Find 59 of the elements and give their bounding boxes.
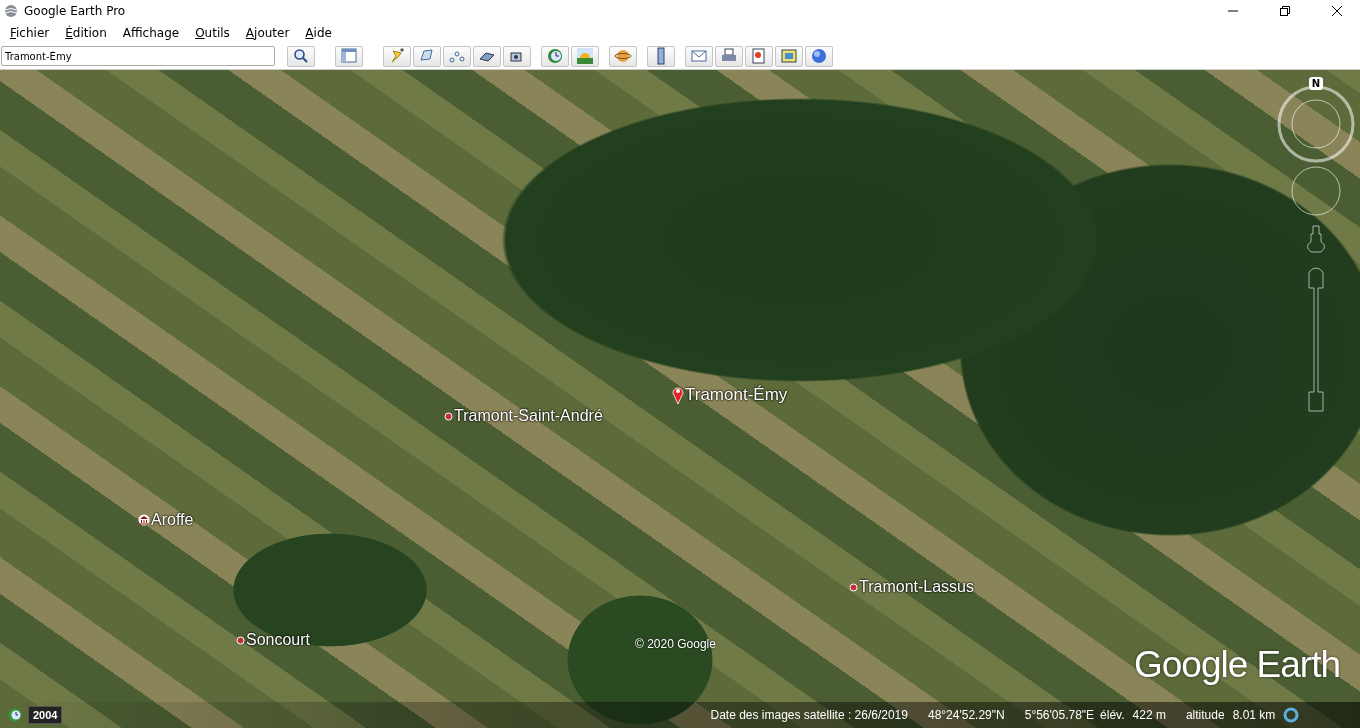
place-label[interactable]: Tramont-Lassus [859, 578, 974, 596]
planet-icon [614, 47, 632, 65]
satellite-photo-placeholder[interactable]: Tramont-Émy Tramont-Saint-André Aroffe Tramont-Lassus Soncourt N © 2020 Google Google Earth 2004 Date des images satellite : 26/6/2019 48°24'52.29"N 5°56'05.78"E élév. 422 m altitude 8.01 km [0, 70, 1360, 728]
globe-icon [810, 47, 828, 65]
search-field[interactable]: Tramont-Émy [1, 46, 275, 66]
map-marker-button[interactable] [745, 45, 773, 67]
image-button[interactable] [775, 45, 803, 67]
menu-item[interactable]: Édition [57, 22, 115, 43]
pin-add-button[interactable] [383, 45, 411, 67]
placemark-pin-icon[interactable] [672, 385, 684, 405]
menu-item[interactable]: Aide [297, 22, 340, 43]
restore-icon [1280, 6, 1290, 16]
latitude-text: 48°24'52.29"N [927, 708, 1005, 722]
menu-item[interactable]: Fichier [2, 22, 58, 43]
village-dot-icon[interactable] [849, 582, 858, 592]
altitude-value: 8.01 km [1232, 708, 1276, 722]
north-indicator[interactable]: N [1309, 77, 1323, 90]
longitude-text: 5°56'05.78"E [1024, 708, 1095, 722]
place-label[interactable]: Soncourt [246, 631, 311, 649]
clock-icon[interactable] [8, 708, 22, 722]
overlay-add-button[interactable] [473, 45, 501, 67]
sidebar-button[interactable] [335, 45, 363, 67]
logo-text: Google Earth [1134, 644, 1341, 686]
printer-button[interactable] [715, 45, 743, 67]
envelope-icon [690, 47, 708, 65]
village-dot-icon[interactable] [444, 411, 453, 421]
search-icon [293, 48, 309, 64]
place-label[interactable]: Tramont-Émy [685, 385, 788, 405]
village-dot-icon[interactable] [236, 635, 245, 645]
place-label[interactable]: Aroffe [151, 511, 194, 529]
search-button[interactable] [287, 45, 315, 67]
elevation-value: 422 m [1132, 708, 1166, 722]
window-title: Google Earth Pro [24, 4, 127, 18]
close-icon [1332, 6, 1342, 16]
place-label[interactable]: Tramont-Saint-André [454, 407, 603, 425]
globe-button[interactable] [805, 45, 833, 67]
building-columns-icon[interactable] [138, 514, 150, 526]
polygon-add-button[interactable] [413, 45, 441, 67]
sunrise-button[interactable] [571, 45, 599, 67]
menu-item[interactable]: Ajouter [237, 22, 298, 43]
planet-button[interactable] [609, 45, 637, 67]
menu-item[interactable]: Affichage [114, 22, 188, 43]
altitude-label: altitude [1185, 708, 1225, 722]
elevation-label: élév. [1100, 708, 1125, 722]
clock-button[interactable] [541, 45, 569, 67]
ring-icon[interactable] [1283, 707, 1300, 723]
imagery-date: Date des images satellite : 26/6/2019 [710, 708, 908, 722]
globe-icon [4, 4, 18, 18]
tour-record-button[interactable] [503, 45, 531, 67]
timeline-year[interactable]: 2004 [28, 706, 63, 724]
menu-item[interactable]: Outils [187, 22, 238, 43]
image-icon [780, 47, 798, 65]
clock-icon [546, 47, 564, 65]
copyright-text: © 2020 Google [635, 637, 716, 651]
ruler-button[interactable] [647, 45, 675, 67]
sidebar-icon [340, 47, 358, 65]
sunrise-icon [576, 47, 594, 65]
envelope-button[interactable] [685, 45, 713, 67]
map-marker-icon [750, 47, 768, 65]
